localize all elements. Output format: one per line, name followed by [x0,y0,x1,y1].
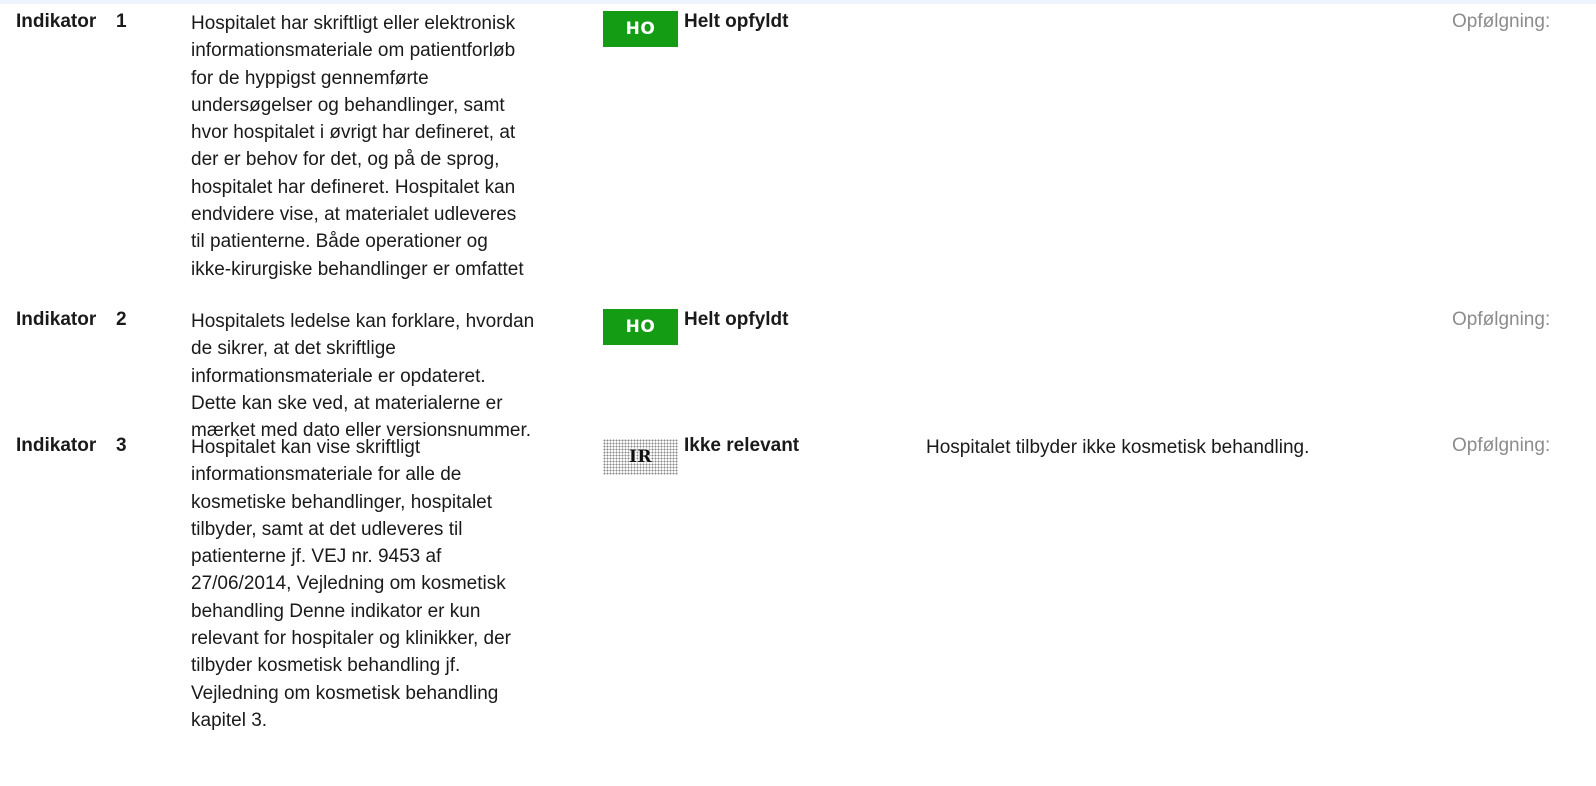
badge-text: HO [625,317,656,337]
badge-text: HO [625,19,656,39]
indicator-description: Hospitalet har skriftligt eller elektron… [191,13,524,280]
indicator-number: 1 [116,11,127,32]
indicator-label: Indikator [16,11,97,32]
indicator-comment: Hospitalet tilbyder ikke kosmetisk behan… [926,437,1310,458]
indicator-number: 3 [116,435,127,456]
indicator-label: Indikator [16,309,97,330]
followup-label: Opfølgning: [1452,435,1551,456]
indicator-number: 2 [116,309,127,330]
followup-label: Opfølgning: [1452,309,1551,330]
indicator-status: Helt opfyldt [684,309,789,330]
not-relevant-badge-icon: IR [603,439,678,475]
indicator-description: Hospitalets ledelse kan forklare, hvorda… [191,311,535,442]
followup-label: Opfølgning: [1452,11,1551,32]
fulfilled-badge-icon: HO [603,11,678,47]
indicator-status: Helt opfyldt [684,11,789,32]
fulfilled-badge-icon: HO [603,309,678,345]
badge-text: IR [628,447,653,467]
indicator-description: Hospitalet kan vise skriftligt informati… [191,437,511,731]
top-rule [0,0,1596,4]
indicator-label: Indikator [16,435,97,456]
indicator-status: Ikke relevant [684,435,800,456]
